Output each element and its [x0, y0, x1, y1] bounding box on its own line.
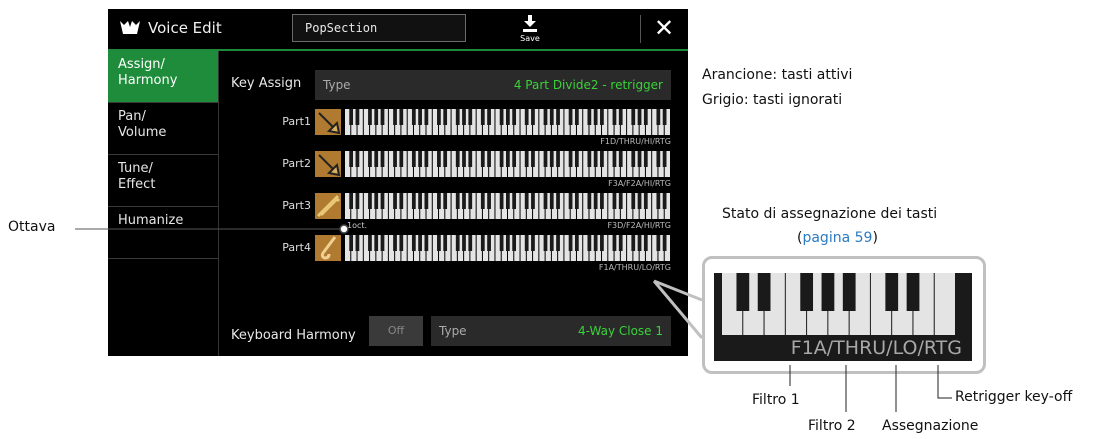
part-label: Part1	[282, 115, 311, 128]
voice-edit-screen: Voice Edit PopSection Save ✕ Assign/ Har…	[108, 9, 688, 356]
kh-type-value: 4-Way Close 1	[578, 324, 663, 338]
retrigger-label: Retrigger key-off	[955, 389, 1073, 405]
status-title: Stato di assegnazione dei tasti	[722, 206, 938, 222]
part4-keyboard[interactable]	[345, 235, 671, 261]
status-link-line: (pagina 59)	[797, 230, 878, 246]
type-label: Type	[323, 78, 351, 92]
trombone-icon[interactable]	[315, 193, 341, 219]
type-value: 4 Part Divide2 - retrigger	[513, 78, 663, 92]
close-button[interactable]: ✕	[650, 15, 678, 43]
keyboard-harmony-label: Keyboard Harmony	[231, 328, 356, 343]
paren-close: )	[872, 230, 878, 246]
page-link[interactable]: pagina 59	[802, 230, 872, 246]
filtro1-label: Filtro 1	[752, 392, 800, 408]
tab-assign-harmony[interactable]: Assign/ Harmony	[108, 51, 218, 103]
zoom-setting-text: F1A/THRU/LO/RTG	[790, 337, 962, 359]
main-content: Key Assign Type 4 Part Divide2 - retrigg…	[219, 51, 688, 356]
part-row: Part4 F1A/THRU/LO/RTG	[219, 235, 688, 275]
part-setting: F3D/F2A/HI/RTG	[607, 221, 671, 230]
title-bar: Voice Edit PopSection Save ✕	[108, 9, 688, 51]
app-title: Voice Edit	[148, 19, 222, 37]
zoom-keyboard: F1A/THRU/LO/RTG	[714, 273, 972, 361]
filtro2-label: Filtro 2	[808, 418, 856, 434]
tab-humanize[interactable]: Humanize	[108, 207, 218, 259]
part-row: Part2 F3A/F2A/HI/RTG	[219, 151, 688, 191]
part3-keyboard[interactable]	[345, 193, 671, 219]
part-row: Part3 1oct. F3D/F2A/HI/RTG	[219, 193, 688, 233]
save-button[interactable]: Save	[512, 13, 548, 47]
tab-tune-effect[interactable]: Tune/ Effect	[108, 155, 218, 207]
part-row: Part1 F1D/THRU/HI/RTG	[219, 109, 688, 149]
part-setting: F3A/F2A/HI/RTG	[608, 179, 671, 188]
close-icon: ✕	[653, 14, 675, 42]
save-label: Save	[520, 34, 540, 43]
part1-keyboard[interactable]	[345, 109, 671, 135]
voice-name-field[interactable]: PopSection	[292, 14, 466, 42]
title-divider	[640, 15, 641, 43]
trumpet-icon[interactable]	[315, 109, 341, 135]
sidebar: Assign/ Harmony Pan/ Volume Tune/ Effect…	[108, 51, 219, 356]
assegnazione-label: Assegnazione	[882, 418, 979, 434]
part-setting: F1D/THRU/HI/RTG	[600, 137, 671, 146]
keyboard-harmony-off-button[interactable]: Off	[369, 316, 423, 346]
kh-type-label: Type	[439, 324, 467, 338]
part2-keyboard[interactable]	[345, 151, 671, 177]
part-label: Part2	[282, 157, 311, 170]
part-label: Part3	[282, 199, 311, 212]
part-label: Part4	[282, 241, 311, 254]
trumpet-icon[interactable]	[315, 151, 341, 177]
saxophone-icon[interactable]	[315, 235, 341, 261]
tab-pan-volume[interactable]: Pan/ Volume	[108, 103, 218, 155]
keyboard-harmony-type-field[interactable]: Type 4-Way Close 1	[431, 316, 671, 346]
legend-grey: Grigio: tasti ignorati	[702, 92, 843, 108]
zoom-keys	[722, 273, 955, 335]
part-setting: F1A/THRU/LO/RTG	[598, 263, 671, 272]
ottava-label: Ottava	[8, 219, 56, 235]
key-assign-label: Key Assign	[231, 76, 302, 91]
legend-orange: Arancione: tasti attivi	[702, 67, 853, 83]
voice-edit-icon	[120, 21, 140, 34]
key-assign-type-field[interactable]: Type 4 Part Divide2 - retrigger	[315, 70, 671, 100]
save-icon	[523, 15, 537, 32]
